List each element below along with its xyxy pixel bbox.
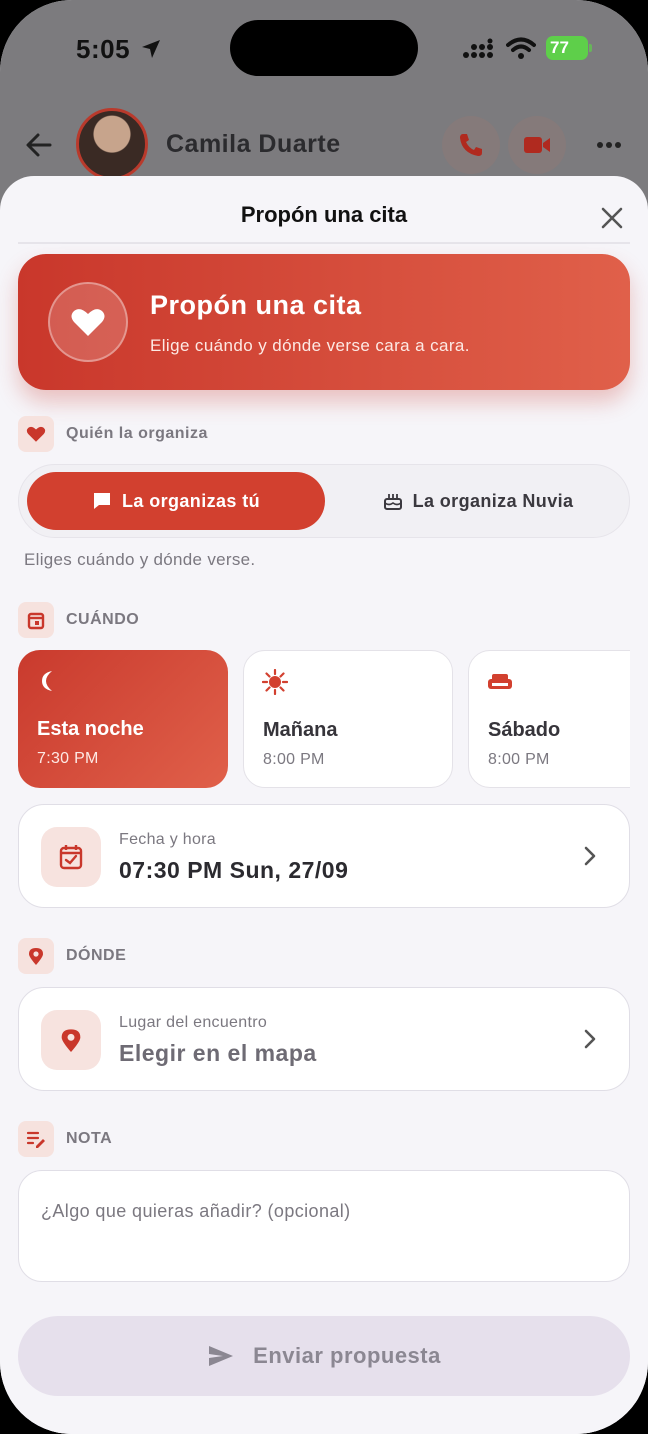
video-call-button[interactable]: [508, 116, 566, 174]
video-camera-icon: [524, 137, 550, 153]
heart-icon: [71, 309, 105, 336]
organizer-hint: Eliges cuándo y dónde verse.: [24, 550, 256, 569]
note-label: NOTA: [66, 1130, 113, 1147]
organizer-segmented-control: La organizas tú La organiza Nuvia: [18, 464, 630, 538]
back-arrow-icon[interactable]: [24, 130, 54, 160]
when-option-time: 7:30 PM: [37, 750, 99, 767]
location-pin-icon: [61, 1029, 81, 1052]
when-options: Esta noche 7:30 PM Mañana 8:00 PM Sábado…: [18, 650, 630, 790]
dynamic-island: [230, 20, 418, 76]
note-input[interactable]: ¿Algo que quieras añadir? (opcional): [18, 1170, 630, 1282]
battery-indicator: 77: [546, 36, 592, 60]
when-option-title: Esta noche: [37, 718, 144, 740]
close-icon[interactable]: [598, 204, 626, 232]
chevron-right-icon: [584, 1029, 596, 1049]
bottom-safe-area: [0, 1398, 648, 1434]
organizer-label: Quién la organiza: [66, 425, 208, 442]
propose-date-sheet: Propón una cita Propón una cita Elige cu…: [0, 176, 648, 1434]
divider: [18, 242, 630, 244]
note-placeholder: ¿Algo que quieras añadir? (opcional): [41, 1201, 351, 1221]
hero-subtitle: Elige cuándo y dónde verse cara a cara.: [150, 336, 470, 355]
wifi-icon: [506, 37, 536, 59]
datetime-value: 07:30 PM Sun, 27/09: [119, 857, 349, 883]
heart-icon: [26, 426, 46, 442]
battery-tip: [589, 44, 592, 52]
when-option-time: 8:00 PM: [263, 751, 325, 768]
when-option-tonight[interactable]: Esta noche 7:30 PM: [18, 650, 228, 788]
chevron-right-icon: [584, 846, 596, 866]
hero-title: Propón una cita: [150, 290, 362, 320]
when-option-saturday[interactable]: Sábado 8:00 PM: [468, 650, 630, 788]
section-icon-badge: [18, 938, 54, 974]
when-option-title: Mañana: [263, 719, 338, 741]
row-icon-badge: [41, 1010, 101, 1070]
contact-name[interactable]: Camila Duarte: [166, 130, 341, 159]
location-arrow-icon: [142, 40, 160, 58]
phone-icon: [460, 134, 482, 156]
edit-note-icon: [26, 1131, 45, 1148]
battery-level: 77: [546, 36, 588, 60]
send-icon: [209, 1346, 234, 1366]
chat-bubble-icon: [93, 493, 110, 509]
calendar-check-icon: [59, 845, 83, 870]
hero-icon-badge: [48, 282, 128, 362]
organizer-option-nuvia[interactable]: La organiza Nuvia: [333, 472, 623, 530]
sofa-icon: [488, 674, 512, 689]
organizer-section-label: Quién la organiza: [18, 416, 208, 452]
when-option-time: 8:00 PM: [488, 751, 550, 768]
where-label: DÓNDE: [66, 947, 127, 964]
cellular-signal-icon: [463, 38, 493, 58]
section-icon-badge: [18, 1121, 54, 1157]
phone-screen: 5:05 77 Camila Duarte Propón una cita Pr…: [0, 0, 648, 1434]
contact-avatar[interactable]: [76, 108, 148, 180]
section-icon-badge: [18, 602, 54, 638]
send-proposal-label: Enviar propuesta: [253, 1343, 441, 1368]
status-time: 5:05: [76, 34, 131, 64]
sun-icon: [262, 669, 288, 695]
place-label: Lugar del encuentro: [119, 1014, 268, 1031]
section-icon-badge: [18, 416, 54, 452]
cake-icon: [383, 494, 402, 510]
note-section-label: NOTA: [18, 1121, 112, 1157]
datetime-row[interactable]: Fecha y hora 07:30 PM Sun, 27/09: [18, 804, 630, 908]
when-option-tomorrow[interactable]: Mañana 8:00 PM: [243, 650, 453, 788]
when-section-label: CUÁNDO: [18, 602, 139, 638]
send-proposal-button[interactable]: Enviar propuesta: [18, 1316, 630, 1396]
hero-banner: Propón una cita Elige cuándo y dónde ver…: [18, 254, 630, 390]
organizer-option-nuvia-label: La organiza Nuvia: [412, 490, 574, 511]
calendar-icon: [27, 612, 45, 630]
datetime-label: Fecha y hora: [119, 831, 216, 848]
voice-call-button[interactable]: [442, 116, 500, 174]
organizer-option-you-label: La organizas tú: [121, 490, 261, 511]
where-section-label: DÓNDE: [18, 938, 126, 974]
status-bar: 5:05 77: [0, 0, 648, 100]
when-option-title: Sábado: [488, 719, 561, 741]
organizer-option-you[interactable]: La organizas tú: [27, 472, 325, 530]
when-label: CUÁNDO: [66, 611, 140, 628]
row-icon-badge: [41, 827, 101, 887]
sheet-title: Propón una cita: [240, 202, 408, 227]
place-row[interactable]: Lugar del encuentro Elegir en el mapa: [18, 987, 630, 1091]
place-value: Elegir en el mapa: [119, 1040, 317, 1066]
moon-icon: [42, 671, 52, 691]
more-options-icon[interactable]: [596, 140, 622, 150]
location-pin-icon: [29, 948, 43, 965]
